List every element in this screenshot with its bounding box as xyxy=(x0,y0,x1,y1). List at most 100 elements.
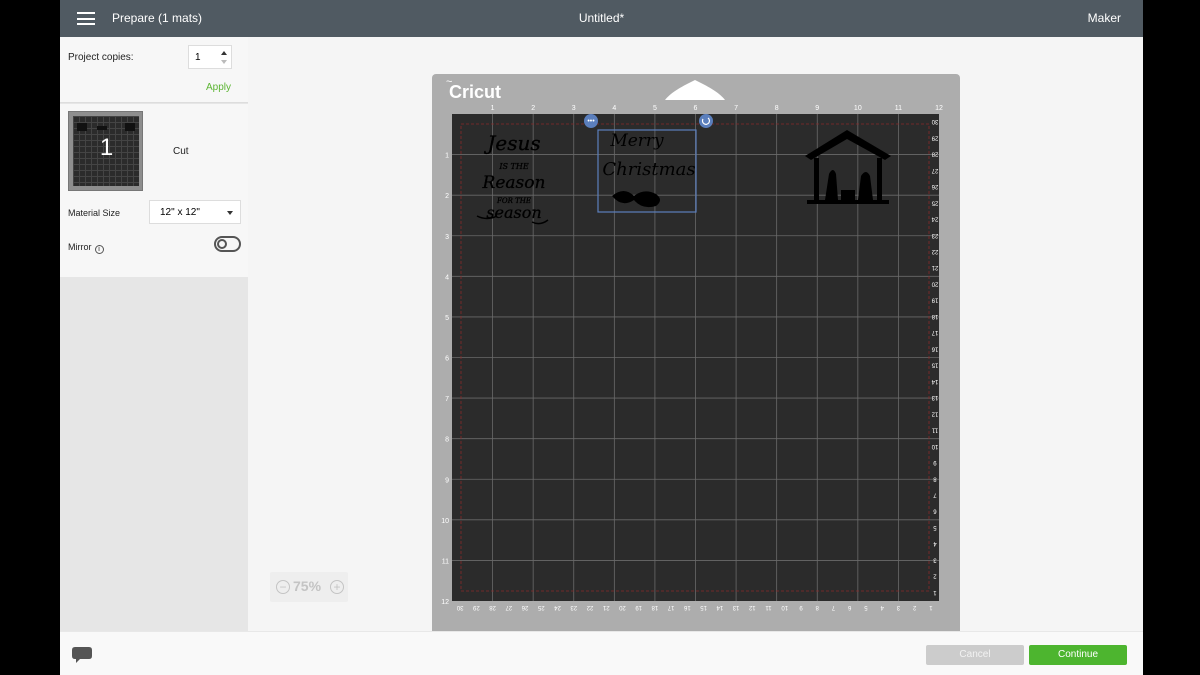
mirror-toggle[interactable] xyxy=(214,236,241,252)
bottom-ruler-label: 8 xyxy=(815,604,819,610)
bottom-ruler-label: 22 xyxy=(586,604,593,610)
right-ruler-label: 28 xyxy=(931,151,938,157)
cutting-mat: 1 2 3 4 5 6 7 8 9 10 11 12 1 2 3 4 5 6 7 8 9 10 11 12 30 29 28 27 26… xyxy=(432,74,960,634)
left-ruler-label: 11 xyxy=(442,558,449,565)
bottom-ruler-label: 17 xyxy=(667,604,674,610)
top-ruler-label: 3 xyxy=(572,105,576,112)
left-ruler-label: 1 xyxy=(445,153,449,160)
top-ruler-label: 4 xyxy=(612,105,616,112)
right-ruler-label: 30 xyxy=(931,118,938,124)
bottom-ruler-label: 4 xyxy=(880,604,884,610)
bottom-ruler-label: 23 xyxy=(570,604,577,610)
bottom-ruler-label: 18 xyxy=(651,604,658,610)
right-ruler-label: 27 xyxy=(931,167,938,173)
bottom-ruler-label: 15 xyxy=(700,604,707,610)
chat-bubble-icon[interactable] xyxy=(72,647,92,663)
decrement-icon[interactable] xyxy=(221,60,227,64)
nativity-post-left xyxy=(814,158,819,204)
top-ruler-label: 9 xyxy=(815,105,819,112)
info-icon[interactable]: i xyxy=(94,245,104,254)
right-ruler-label: 29 xyxy=(931,134,938,140)
right-ruler-label: 25 xyxy=(931,199,938,205)
app-window: Prepare (1 mats) Untitled* Maker Project… xyxy=(60,0,1143,675)
bottom-ruler-label: 11 xyxy=(765,604,772,610)
machine-name[interactable]: Maker xyxy=(1088,11,1121,25)
apply-button[interactable]: Apply xyxy=(206,82,231,93)
top-ruler-label: 11 xyxy=(895,105,902,112)
rotate-icon[interactable] xyxy=(699,114,713,128)
left-ruler-label: 2 xyxy=(445,193,449,200)
left-ruler-label: 3 xyxy=(445,234,449,241)
left-ruler-label: 10 xyxy=(441,518,449,525)
right-ruler-label: 24 xyxy=(931,216,938,222)
document-title: Untitled* xyxy=(578,11,625,25)
bottom-ruler-label: 10 xyxy=(781,604,788,610)
zoom-level: 75% xyxy=(293,578,322,594)
bottom-ruler-label: 24 xyxy=(554,604,561,610)
mat-panel: 1 Cut Material Size 12" x 12" Mirror i xyxy=(60,104,248,277)
mat-number: 1 xyxy=(99,134,114,161)
top-ruler-label: 12 xyxy=(935,105,943,112)
design-text-line: Jesus xyxy=(483,131,540,155)
bottom-ruler-label: 27 xyxy=(505,604,512,610)
bottom-ruler-label: 28 xyxy=(489,604,496,610)
bottom-ruler-label: 5 xyxy=(864,604,868,610)
left-ruler-label: 12 xyxy=(441,599,449,606)
mat-thumbnail[interactable]: 1 xyxy=(68,111,143,191)
project-copies-value: 1 xyxy=(195,52,201,63)
bottom-ruler-label: 3 xyxy=(896,604,900,610)
material-size-select[interactable]: 12" x 12" xyxy=(149,200,241,224)
zoom-in-button[interactable]: + xyxy=(330,580,344,594)
brand-logo: Cricut xyxy=(449,82,502,102)
top-ruler-label: 10 xyxy=(854,105,862,112)
right-ruler-label: 20 xyxy=(931,280,938,286)
top-ruler-label: 7 xyxy=(734,105,738,112)
bottom-ruler-label: 7 xyxy=(831,604,835,610)
right-ruler-label: 19 xyxy=(931,297,938,303)
right-ruler-label: 18 xyxy=(931,313,938,319)
right-ruler-label: 22 xyxy=(931,248,938,254)
design-text-line: Reason xyxy=(482,173,546,193)
bottom-ruler-label: 9 xyxy=(799,604,803,610)
bottom-bar: Cancel Continue xyxy=(60,631,1143,675)
nativity-ground xyxy=(807,200,889,204)
left-ruler-label: 7 xyxy=(445,396,449,403)
thumb-design-icon xyxy=(77,123,87,131)
design-text-line: Merry xyxy=(609,131,664,151)
mat-hanger-icon xyxy=(665,80,725,100)
caret-down-icon xyxy=(227,211,233,215)
continue-button[interactable]: Continue xyxy=(1029,645,1127,665)
cancel-button[interactable]: Cancel xyxy=(926,645,1024,665)
bottom-ruler-label: 26 xyxy=(521,604,528,610)
bottom-ruler-label: 14 xyxy=(716,604,723,610)
bottom-ruler-label: 2 xyxy=(912,604,916,610)
thumb-design-icon xyxy=(125,123,135,131)
left-ruler-label: 8 xyxy=(445,437,449,444)
top-ruler-label: 8 xyxy=(775,105,779,112)
mat-mode-label: Cut xyxy=(173,146,189,157)
project-copies-label: Project copies: xyxy=(68,52,134,63)
design-text-line: Christmas xyxy=(602,159,695,180)
bottom-ruler-label: 1 xyxy=(929,604,933,610)
left-ruler-label: 5 xyxy=(445,315,449,322)
thumb-design-icon xyxy=(97,126,107,130)
material-size-value: 12" x 12" xyxy=(160,207,200,218)
top-ruler-label: 2 xyxy=(531,105,535,112)
top-ruler-label: 1 xyxy=(491,105,495,112)
right-ruler-label: 26 xyxy=(931,183,938,189)
mirror-label: Mirror i xyxy=(68,242,104,254)
bottom-ruler-label: 25 xyxy=(537,604,544,610)
material-size-label: Material Size xyxy=(68,208,121,218)
bottom-ruler-label: 30 xyxy=(456,604,463,610)
sidebar: Project copies: 1 Apply 1 Cut Material S… xyxy=(60,37,248,631)
right-ruler-label: 16 xyxy=(931,345,938,351)
increment-icon[interactable] xyxy=(221,51,227,55)
project-copies-input[interactable]: 1 xyxy=(188,45,232,69)
right-ruler-label: 13 xyxy=(931,394,938,400)
bottom-ruler-label: 19 xyxy=(635,604,642,610)
left-ruler-label: 4 xyxy=(445,274,449,281)
right-ruler-label: 23 xyxy=(931,232,938,238)
right-ruler-label: 10 xyxy=(931,443,938,449)
zoom-out-button[interactable]: − xyxy=(276,580,290,594)
bottom-ruler-label: 21 xyxy=(602,604,609,610)
